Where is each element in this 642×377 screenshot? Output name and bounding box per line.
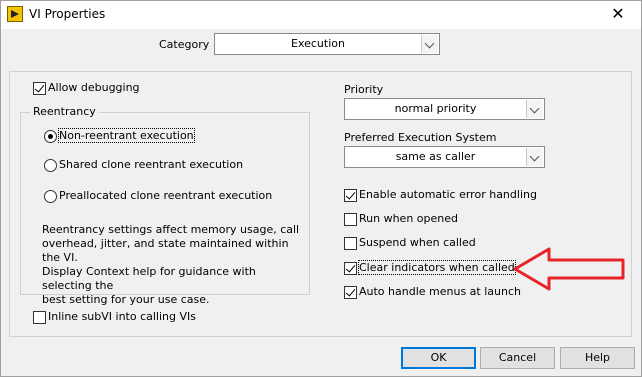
radio-non-reentrant[interactable] <box>44 130 57 143</box>
window-title: VI Properties <box>29 7 106 21</box>
allow-debugging-label: Allow debugging <box>48 81 140 94</box>
allow-debugging-checkbox[interactable] <box>33 82 46 95</box>
radio-preallocated-clone-label: Preallocated clone reentrant execution <box>59 189 273 202</box>
close-icon[interactable]: ✕ <box>605 4 631 24</box>
annotation-arrow-icon <box>513 247 625 291</box>
priority-value: normal priority <box>394 102 477 115</box>
priority-dropdown[interactable]: normal priority <box>344 98 545 120</box>
category-dropdown[interactable]: Execution <box>214 33 440 55</box>
clear-indicators-checkbox[interactable] <box>344 262 357 275</box>
priority-label: Priority <box>344 83 384 96</box>
auto-handle-menus-label: Auto handle menus at launch <box>359 285 521 298</box>
help-button[interactable]: Help <box>560 347 635 369</box>
cancel-button[interactable]: Cancel <box>480 347 555 369</box>
ok-button[interactable]: OK <box>401 347 476 369</box>
chevron-down-icon[interactable] <box>526 100 543 118</box>
exec-system-dropdown[interactable]: same as caller <box>344 146 545 168</box>
reentrancy-title: Reentrancy <box>30 105 99 118</box>
enable-error-handling-label: Enable automatic error handling <box>359 188 537 201</box>
exec-system-value: same as caller <box>395 150 476 163</box>
title-bar: VI Properties ✕ <box>1 1 641 29</box>
exec-system-label: Preferred Execution System <box>344 131 497 144</box>
reentrancy-description: Reentrancy settings affect memory usage,… <box>42 223 300 306</box>
auto-handle-menus-checkbox[interactable] <box>344 286 357 299</box>
radio-shared-clone[interactable] <box>44 159 57 172</box>
inline-subvi-label: Inline subVI into calling VIs <box>48 310 196 323</box>
vi-properties-dialog: VI Properties ✕ Category Execution Allow… <box>0 0 642 377</box>
chevron-down-icon[interactable] <box>526 148 543 166</box>
clear-indicators-label: Clear indicators when called <box>358 260 516 275</box>
run-when-opened-checkbox[interactable] <box>344 213 357 226</box>
suspend-when-called-label: Suspend when called <box>359 236 476 249</box>
radio-preallocated-clone[interactable] <box>44 190 57 203</box>
radio-non-reentrant-label: Non-reentrant execution <box>58 128 195 143</box>
chevron-down-icon[interactable] <box>421 35 438 53</box>
category-label: Category <box>159 38 210 51</box>
labview-vi-icon <box>7 6 23 22</box>
enable-error-handling-checkbox[interactable] <box>344 189 357 202</box>
category-value: Execution <box>291 37 345 50</box>
inline-subvi-checkbox[interactable] <box>33 311 46 324</box>
radio-shared-clone-label: Shared clone reentrant execution <box>59 158 244 171</box>
suspend-when-called-checkbox[interactable] <box>344 237 357 250</box>
run-when-opened-label: Run when opened <box>359 212 458 225</box>
